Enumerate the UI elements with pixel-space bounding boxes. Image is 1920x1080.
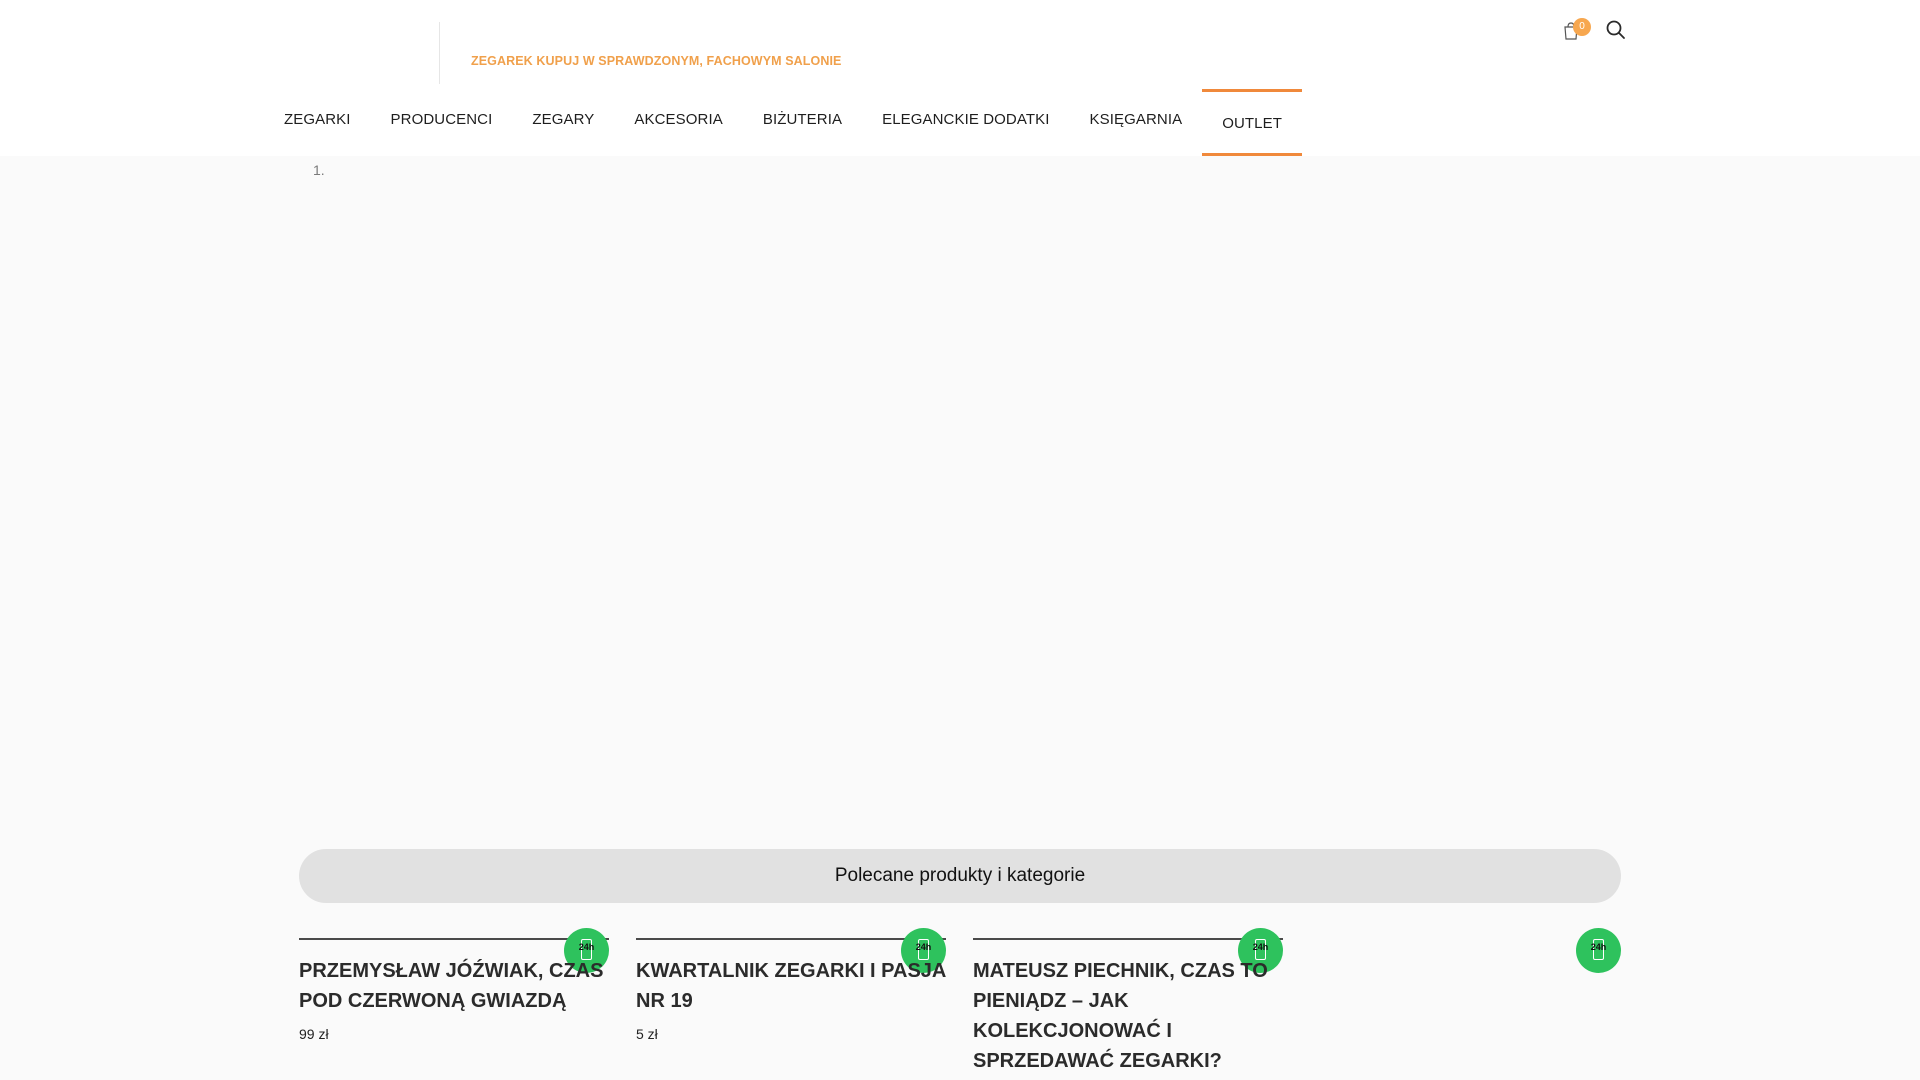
site-header: ZEGAREK KUPUJ W SPRAWDZONYM, FACHOWYM SA…: [0, 0, 1920, 156]
nav-item-outlet[interactable]: OUTLET: [1202, 89, 1302, 156]
site-logo[interactable]: [280, 20, 440, 84]
nav-item-producenci[interactable]: PRODUCENCI: [371, 89, 513, 149]
logo-divider: [439, 22, 440, 84]
card-divider: [973, 938, 1283, 940]
nav-item-ksiegarnia[interactable]: KSIĘGARNIA: [1070, 89, 1203, 149]
product-title[interactable]: KWARTALNIK ZEGARKI I PASJA NR 19: [636, 956, 946, 1016]
search-icon: [1606, 20, 1625, 39]
badge-label: 24h: [1252, 942, 1269, 952]
card-divider: [299, 938, 609, 940]
cart-button[interactable]: 0: [1558, 18, 1591, 44]
product-title[interactable]: PRZEMYSŁAW JÓŹWIAK, CZAS POD CZERWONĄ GW…: [299, 956, 609, 1016]
nav-item-eleganckie-dodatki[interactable]: ELEGANCKIE DODATKI: [862, 89, 1069, 149]
product-title[interactable]: MATEUSZ PIECHNIK, CZAS TO PIENIĄDZ – JAK…: [973, 956, 1283, 1076]
cart-count-badge: 0: [1573, 18, 1591, 36]
nav-item-bizuteria[interactable]: BIŻUTERIA: [743, 89, 862, 149]
badge-label: 24h: [578, 942, 595, 952]
main-nav: ZEGARKI PRODUCENCI ZEGARY AKCESORIA BIŻU…: [264, 89, 1302, 157]
breadcrumb: 1.: [313, 162, 325, 178]
card-divider: [636, 938, 946, 940]
nav-item-zegarki[interactable]: ZEGARKI: [264, 89, 371, 149]
nav-item-akcesoria[interactable]: AKCESORIA: [614, 89, 742, 149]
recommended-section-title: Polecane produkty i kategorie: [299, 849, 1621, 903]
header-tagline: ZEGAREK KUPUJ W SPRAWDZONYM, FACHOWYM SA…: [471, 54, 842, 68]
badge-label: 24h: [915, 942, 932, 952]
nav-item-zegary[interactable]: ZEGARY: [512, 89, 614, 149]
delivery-24h-badge[interactable]: 24h: [1576, 928, 1621, 973]
product-price: 99 zł: [299, 1026, 329, 1042]
search-button[interactable]: [1604, 18, 1628, 42]
product-price: 5 zł: [636, 1026, 658, 1042]
badge-label: 24h: [1590, 942, 1607, 952]
